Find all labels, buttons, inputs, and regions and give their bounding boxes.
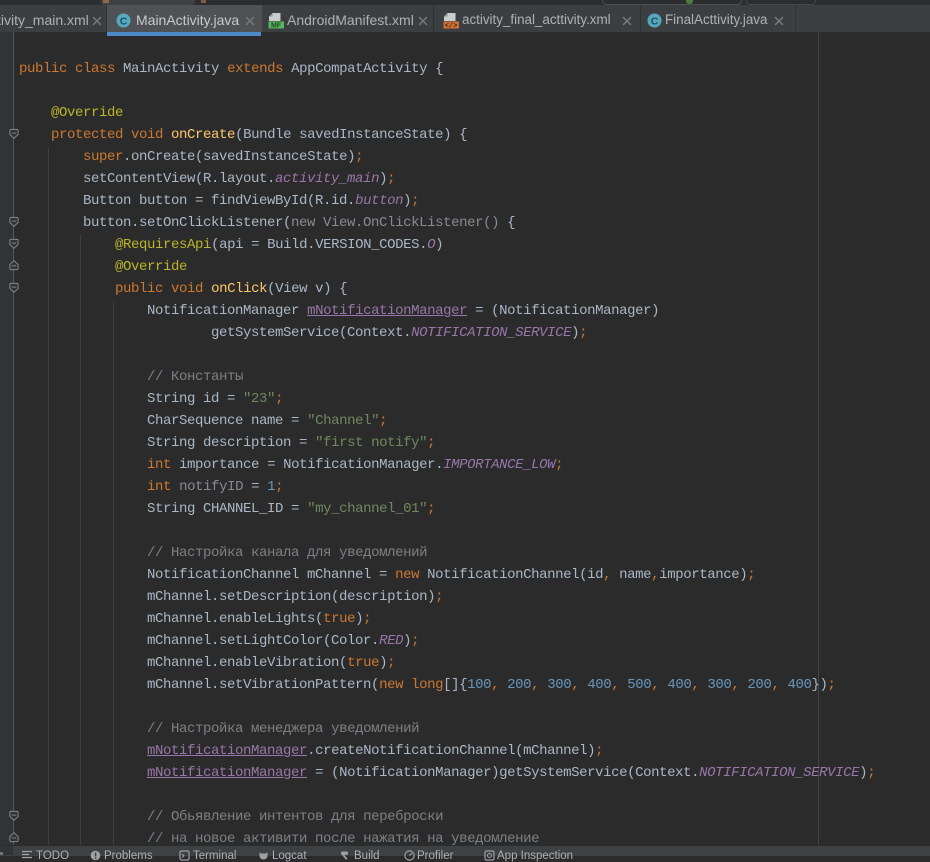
svg-text:</>: </> bbox=[445, 23, 458, 29]
svg-text:C: C bbox=[120, 16, 128, 28]
svg-text:MF: MF bbox=[271, 23, 282, 29]
svg-text:C: C bbox=[651, 16, 659, 28]
